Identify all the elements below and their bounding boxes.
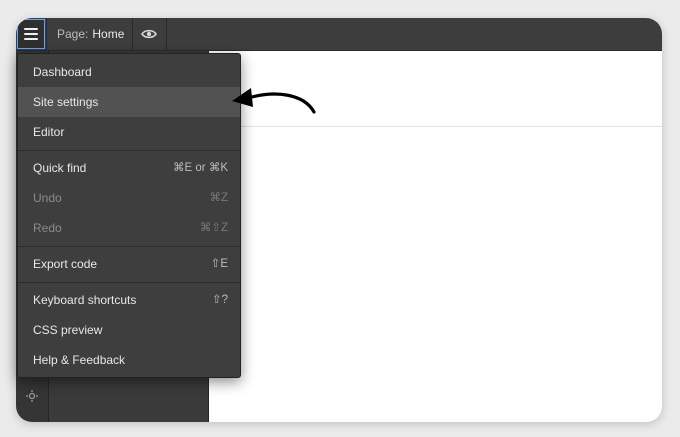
- menu-item-label: Help & Feedback: [33, 353, 126, 367]
- menu-item-help-feedback[interactable]: Help & Feedback: [18, 345, 240, 375]
- main-menu-dropdown: Dashboard Site settings Editor Quick fin…: [17, 53, 241, 378]
- menu-item-label: Keyboard shortcuts: [33, 293, 137, 307]
- menu-divider: [18, 150, 240, 151]
- menu-item-export-code[interactable]: Export code ⇧E: [18, 249, 240, 279]
- hamburger-icon: [24, 28, 38, 40]
- page-selector[interactable]: Page: Home: [57, 18, 124, 50]
- page-prefix-label: Page:: [57, 27, 89, 41]
- menu-item-quick-find[interactable]: Quick find ⌘E or ⌘K: [18, 153, 240, 183]
- menu-item-editor[interactable]: Editor: [18, 117, 240, 147]
- menu-item-dashboard[interactable]: Dashboard: [18, 57, 240, 87]
- menu-item-label: Dashboard: [33, 65, 92, 79]
- menu-item-keyboard-shortcuts[interactable]: Keyboard shortcuts ⇧?: [18, 285, 240, 315]
- top-toolbar: Page: Home: [16, 18, 662, 51]
- eye-icon[interactable]: [141, 27, 157, 41]
- canvas-section-divider: [209, 126, 662, 127]
- menu-item-shortcut: ⌘⇧Z: [199, 222, 228, 234]
- toolbar-divider: [46, 18, 47, 50]
- annotation-arrow-icon: [232, 88, 316, 114]
- menu-item-undo[interactable]: Undo ⌘Z: [18, 183, 240, 213]
- menu-item-label: Undo: [33, 191, 62, 205]
- menu-item-redo[interactable]: Redo ⌘⇧Z: [18, 213, 240, 243]
- menu-item-label: Export code: [33, 257, 98, 271]
- settings-icon[interactable]: [24, 388, 40, 404]
- menu-item-label: CSS preview: [33, 323, 103, 337]
- menu-item-css-preview[interactable]: CSS preview: [18, 315, 240, 345]
- menu-item-shortcut: ⇧?: [211, 294, 228, 306]
- page-name: Home: [92, 27, 125, 41]
- menu-item-label: Site settings: [33, 95, 99, 109]
- menu-item-label: Quick find: [33, 161, 87, 175]
- menu-item-label: Editor: [33, 125, 65, 139]
- menu-divider: [18, 282, 240, 283]
- menu-item-site-settings[interactable]: Site settings: [18, 87, 240, 117]
- menu-item-shortcut: ⌘E or ⌘K: [173, 162, 228, 174]
- main-menu-button[interactable]: [17, 19, 45, 49]
- toolbar-divider: [132, 18, 133, 50]
- menu-item-shortcut: ⇧E: [210, 258, 228, 270]
- menu-item-shortcut: ⌘Z: [209, 192, 228, 204]
- toolbar-divider: [166, 18, 167, 50]
- menu-divider: [18, 246, 240, 247]
- menu-item-label: Redo: [33, 221, 62, 235]
